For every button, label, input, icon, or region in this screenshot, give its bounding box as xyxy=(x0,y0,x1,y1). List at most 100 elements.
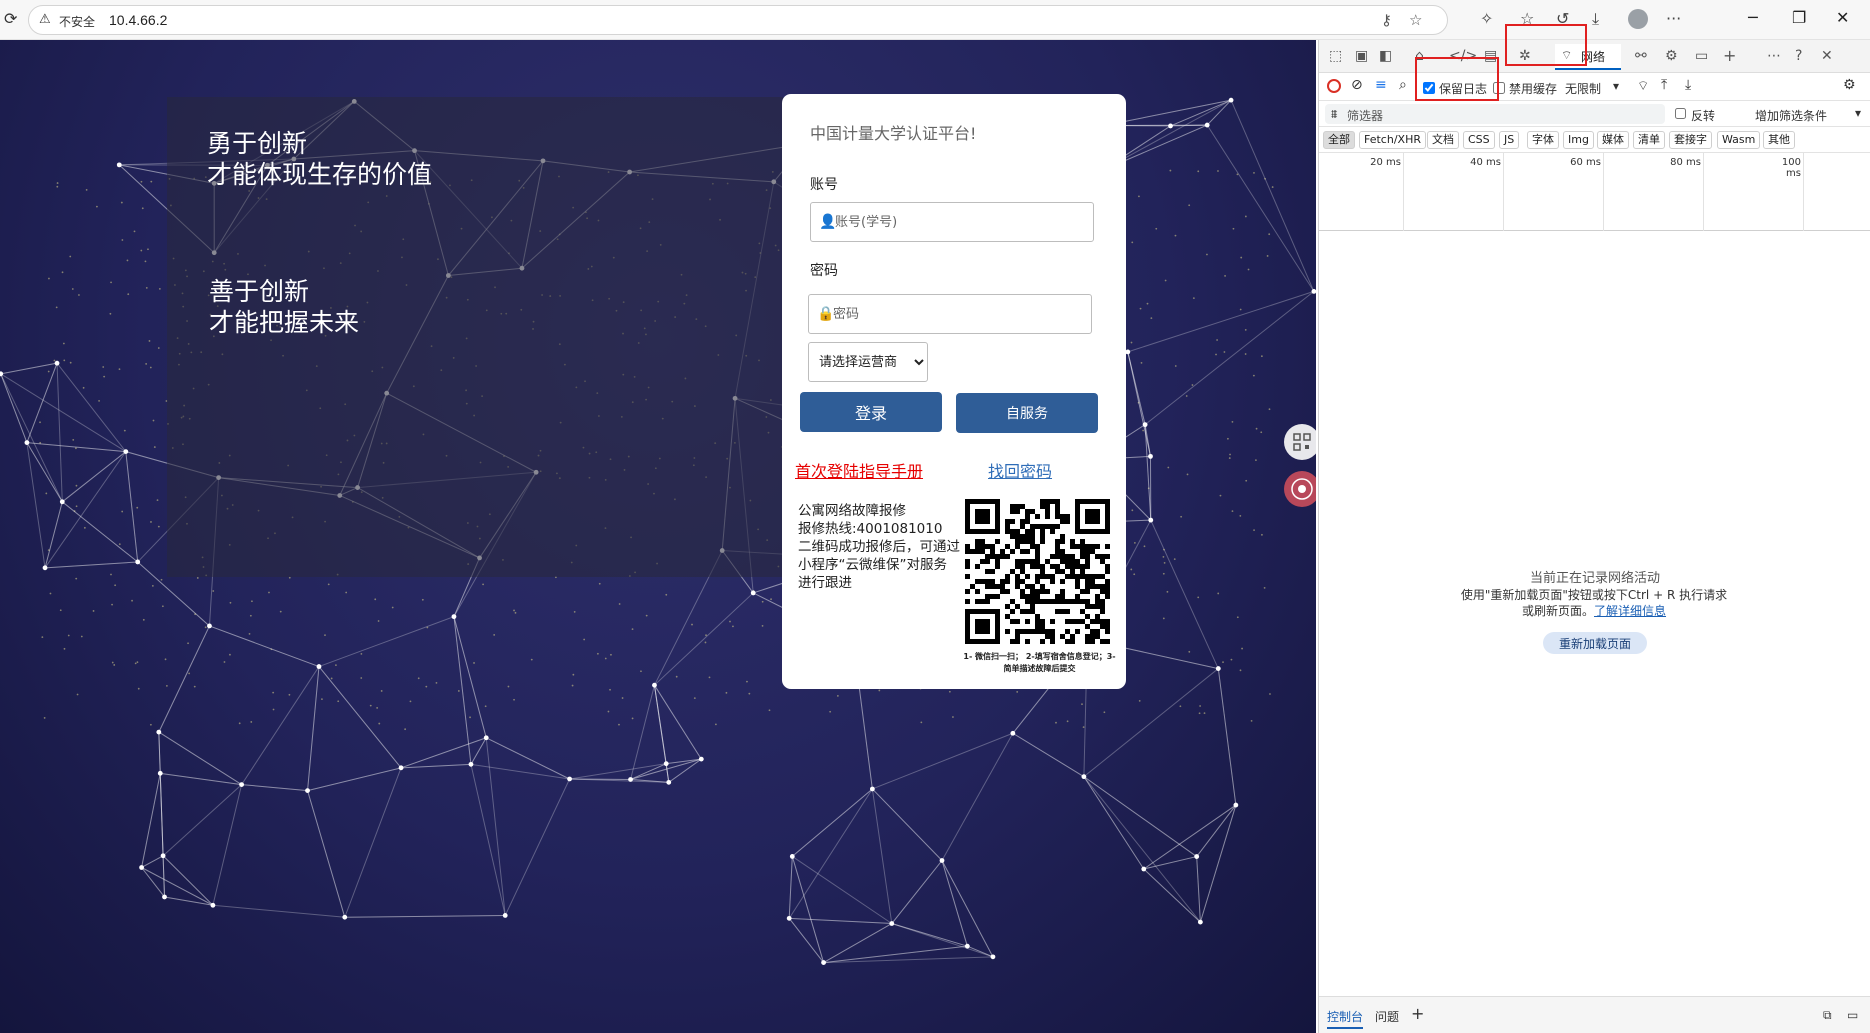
throttle-select[interactable]: 无限制 xyxy=(1565,80,1601,97)
invert-checkbox[interactable] xyxy=(1675,108,1686,119)
type-filter-1[interactable]: Fetch/XHR xyxy=(1359,131,1426,149)
selfservice-button[interactable]: 自服务 xyxy=(956,393,1098,433)
qr-module xyxy=(1055,554,1060,559)
type-filter-6[interactable]: Img xyxy=(1563,131,1594,149)
dock-drawer-icon[interactable]: ⧉ xyxy=(1823,1008,1832,1023)
more-tools-plus-icon[interactable]: + xyxy=(1723,47,1736,65)
network-link xyxy=(400,737,487,769)
password-field[interactable]: 🔒 xyxy=(808,294,1092,334)
key-icon[interactable]: ⚷ xyxy=(1381,11,1392,29)
password-input[interactable] xyxy=(833,303,1083,325)
first-login-guide-link[interactable]: 首次登陆指导手册 xyxy=(795,458,923,482)
qr-module xyxy=(965,549,970,554)
settings-gear-icon[interactable]: ⚙ xyxy=(1665,47,1678,65)
minimize-drawer-icon[interactable]: ▭ xyxy=(1847,1008,1858,1022)
city-light-dot xyxy=(1271,186,1274,188)
network-node xyxy=(698,756,704,762)
security-status[interactable]: 不安全 xyxy=(59,13,95,30)
city-light-dot xyxy=(878,689,881,692)
account-field[interactable]: 👤 xyxy=(810,202,1094,242)
performance-icon[interactable]: ⚯ xyxy=(1635,47,1647,65)
url-text[interactable]: 10.4.66.2 xyxy=(109,12,167,28)
type-filter-11[interactable]: 其他 xyxy=(1763,131,1795,149)
city-light-dot xyxy=(507,685,510,688)
city-light-dot xyxy=(829,710,832,713)
more-menu-icon[interactable]: ··· xyxy=(1666,9,1681,29)
inspect-icon[interactable]: ⬚ xyxy=(1329,47,1342,65)
timeline-gridline xyxy=(1603,153,1604,231)
city-light-dot xyxy=(71,288,74,290)
network-settings-icon[interactable]: ⚙ xyxy=(1843,77,1856,93)
disable-cache-label[interactable]: 禁用缓存 xyxy=(1509,80,1557,97)
qr-module xyxy=(1045,514,1050,519)
qr-float-button[interactable] xyxy=(1284,424,1316,460)
dock-icon[interactable]: ◧ xyxy=(1379,47,1392,65)
restore-icon[interactable]: ❐ xyxy=(1792,8,1806,28)
more-filters-dropdown-icon[interactable]: ▾ xyxy=(1855,106,1861,120)
export-har-icon[interactable]: ⤓ xyxy=(1685,77,1691,93)
search-icon[interactable]: ⌕ xyxy=(1399,77,1407,93)
type-filter-8[interactable]: 清单 xyxy=(1633,131,1665,149)
application-icon[interactable]: ▭ xyxy=(1695,47,1708,65)
filter-funnel-icon[interactable]: ≡ xyxy=(1375,77,1387,93)
city-light-dot xyxy=(212,590,215,592)
record-icon[interactable] xyxy=(1327,79,1341,93)
qr-module xyxy=(1095,584,1100,589)
tab-console[interactable]: 控制台 xyxy=(1327,1008,1364,1029)
filter-input[interactable]: ⩩ 筛选器 xyxy=(1325,104,1665,124)
type-filter-9[interactable]: 套接字 xyxy=(1669,131,1712,149)
qr-module xyxy=(1060,599,1065,604)
city-light-dot xyxy=(144,260,147,263)
city-light-dot xyxy=(82,386,85,389)
type-filter-2[interactable]: 文档 xyxy=(1427,131,1459,149)
qr-module xyxy=(1070,599,1075,604)
extensions-icon[interactable]: ✧ xyxy=(1480,9,1493,29)
network-node xyxy=(1142,422,1148,428)
login-button[interactable]: 登录 xyxy=(800,392,942,432)
type-filter-0[interactable]: 全部 xyxy=(1323,131,1355,149)
city-light-dot xyxy=(1192,297,1195,300)
reload-page-button[interactable]: 重新加载页面 xyxy=(1543,632,1647,654)
account-input[interactable] xyxy=(835,211,1085,233)
clear-icon[interactable]: ⊘ xyxy=(1351,77,1363,93)
close-devtools-icon[interactable]: ✕ xyxy=(1821,47,1833,65)
qr-module xyxy=(975,544,980,549)
download-icon[interactable]: ⤓ xyxy=(1592,9,1599,29)
profile-avatar[interactable] xyxy=(1628,9,1648,29)
star-icon[interactable]: ☆ xyxy=(1409,11,1422,29)
qr-module xyxy=(980,579,985,584)
qr-module xyxy=(1085,559,1090,564)
qr-module xyxy=(995,554,1000,559)
timeline-tick-label: 20 ms xyxy=(1370,157,1401,168)
close-window-icon[interactable]: ✕ xyxy=(1836,8,1849,28)
help-icon[interactable]: ? xyxy=(1795,47,1802,65)
network-conditions-icon[interactable]: ⌔ xyxy=(1637,78,1649,94)
invert-label[interactable]: 反转 xyxy=(1691,107,1715,124)
carrier-select[interactable]: 请选择运营商 xyxy=(808,342,928,382)
throttle-dropdown-icon[interactable]: ▾ xyxy=(1613,79,1619,93)
import-har-icon[interactable]: ⤒ xyxy=(1661,77,1667,93)
find-password-link[interactable]: 找回密码 xyxy=(988,458,1052,482)
device-toolbar-icon[interactable]: ▣ xyxy=(1355,47,1368,65)
type-filter-10[interactable]: Wasm xyxy=(1717,131,1761,149)
tab-issues[interactable]: 问题 xyxy=(1375,1008,1399,1025)
minimize-icon[interactable]: ─ xyxy=(1748,8,1758,28)
warning-icon: ⚠ xyxy=(39,12,51,27)
type-filter-4[interactable]: JS xyxy=(1499,131,1520,149)
add-drawer-tab-icon[interactable]: + xyxy=(1411,1004,1424,1023)
reload-icon[interactable]: ⟳ xyxy=(4,9,24,29)
devtools-menu-icon[interactable]: ⋯ xyxy=(1767,47,1781,65)
qr-module xyxy=(965,599,970,604)
type-filter-3[interactable]: CSS xyxy=(1463,131,1495,149)
city-light-dot xyxy=(279,610,282,613)
learn-more-link[interactable]: 了解详细信息 xyxy=(1594,604,1666,618)
city-light-dot xyxy=(118,368,121,371)
more-filters-button[interactable]: 增加筛选条件 xyxy=(1755,107,1827,124)
qr-module xyxy=(1040,619,1045,624)
type-filter-7[interactable]: 媒体 xyxy=(1597,131,1629,149)
ca-float-button[interactable] xyxy=(1284,471,1316,507)
type-filter-5[interactable]: 字体 xyxy=(1527,131,1559,149)
city-light-dot xyxy=(376,707,379,709)
address-bar[interactable]: ⚠ 不安全 10.4.66.2 ☆ ⚷ xyxy=(28,5,1448,35)
network-link xyxy=(1127,351,1151,457)
